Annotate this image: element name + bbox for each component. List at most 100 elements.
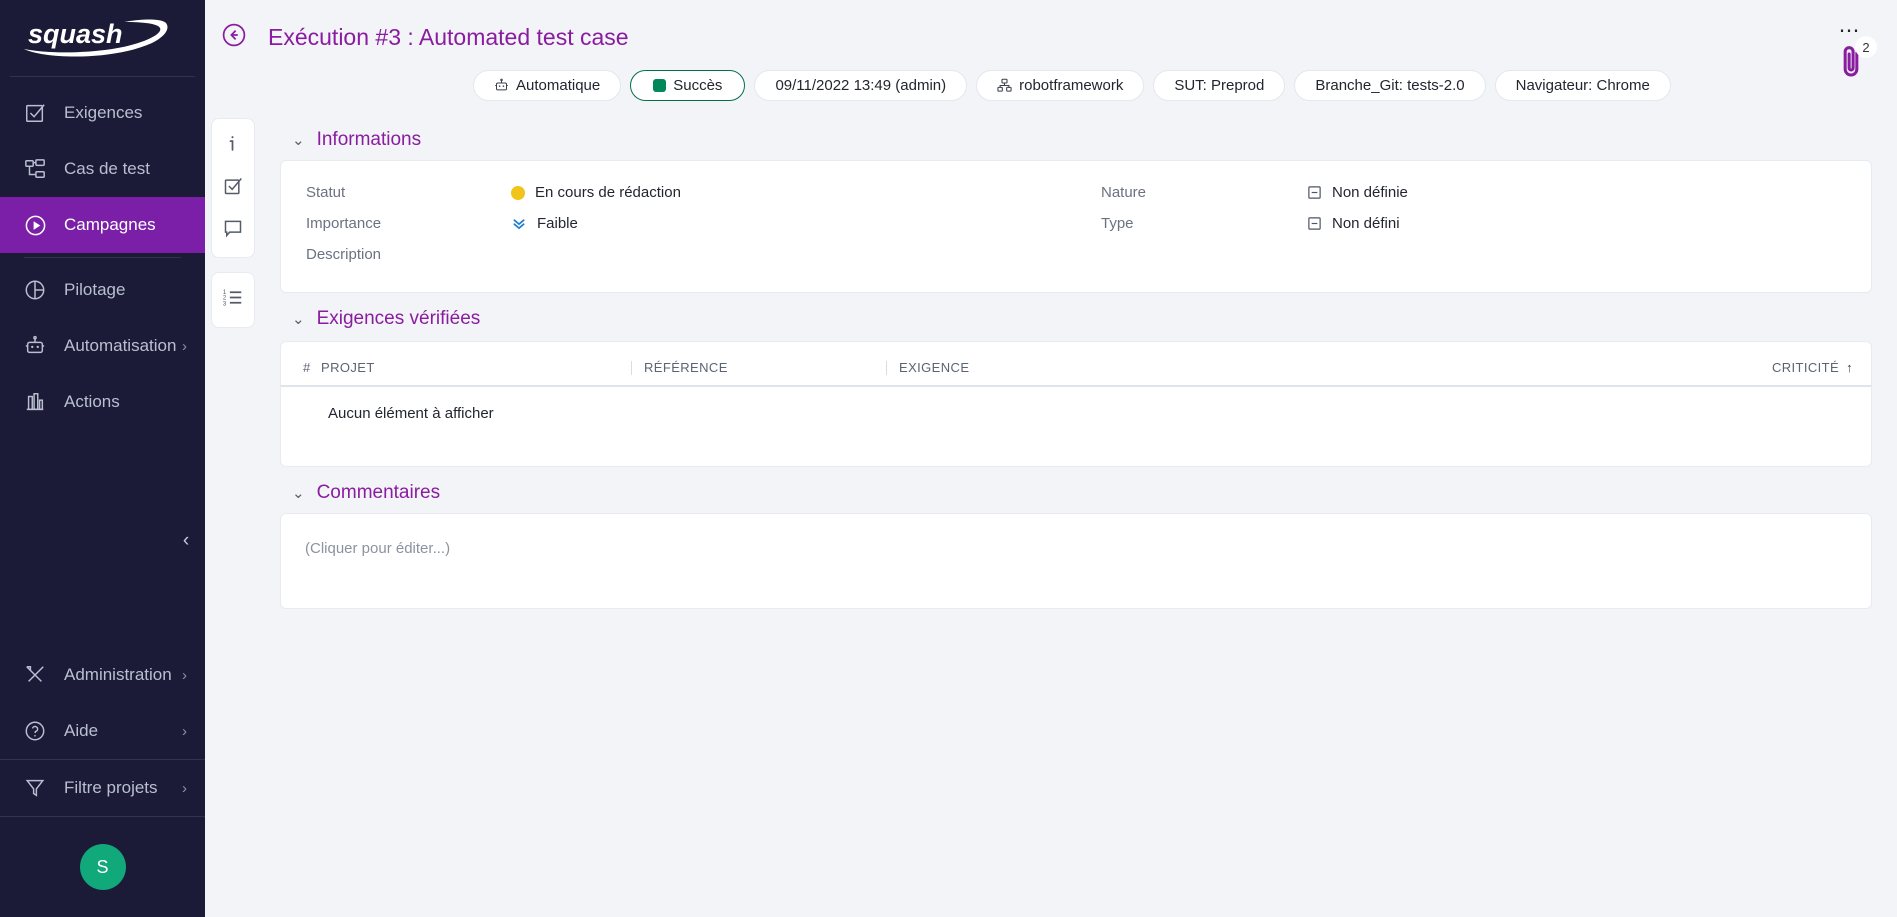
arrow-left-circle-icon — [221, 22, 247, 53]
field-label: Type — [1101, 215, 1134, 232]
field-value-wrapper[interactable]: Faible — [511, 215, 578, 232]
field-value: Non défini — [1332, 215, 1400, 232]
minus-square-icon — [1306, 185, 1322, 201]
sidebar-item-automatisation[interactable]: Automatisation › — [0, 318, 205, 374]
chip-sut[interactable]: SUT: Preprod — [1153, 69, 1286, 101]
rail-group-primary — [210, 118, 255, 258]
body-row: 123 ⌄ Informations Statut En cours de ré… — [205, 106, 1897, 917]
column-header-criticite[interactable]: CRITICITÉ ↑ — [1336, 342, 1871, 386]
checkbox-icon — [223, 176, 243, 201]
exigences-table: # PROJET RÉFÉRENCE EXIGENCE CRITICITÉ ↑ A… — [281, 342, 1871, 466]
chip-label: Automatique — [516, 76, 601, 94]
sidebar-collapse-button[interactable]: ‹ — [175, 530, 197, 552]
svg-text:squash: squash — [28, 19, 123, 49]
chip-statut-execution[interactable]: Succès — [630, 69, 746, 101]
sidebar-item-label: Actions — [64, 392, 120, 411]
comments-tab-button[interactable] — [213, 209, 253, 251]
sidebar-item-label: Pilotage — [64, 280, 126, 299]
sidebar-item-pilotage[interactable]: Pilotage — [0, 262, 205, 318]
checkbox-icon — [22, 100, 48, 126]
sidebar-item-label: Campagnes — [64, 215, 156, 234]
informations-left-column: Statut En cours de rédaction Importance — [281, 177, 1076, 270]
squash-logo[interactable]: squash — [0, 0, 205, 76]
sidebar-item-aide[interactable]: Aide › — [0, 703, 205, 759]
field-type: Type Non défini — [1101, 208, 1871, 239]
svg-text:3: 3 — [223, 300, 227, 307]
chevron-right-icon: › — [182, 666, 187, 684]
page-title: Exécution #3 : Automated test case — [268, 23, 629, 50]
robot-icon — [22, 333, 48, 359]
execution-chips: Automatique Succès 09/11/2022 13:49 (adm… — [205, 64, 1897, 106]
field-value-wrapper[interactable]: Non définie — [1306, 184, 1408, 201]
chip-robotframework[interactable]: robotframework — [976, 69, 1145, 101]
field-value: Faible — [537, 215, 578, 232]
section-header-informations: ⌄ Informations — [280, 120, 1872, 160]
column-header-projet[interactable]: PROJET — [321, 342, 631, 386]
help-icon — [22, 718, 48, 744]
chevron-left-icon: ‹ — [182, 530, 190, 551]
field-statut: Statut En cours de rédaction — [306, 177, 1076, 208]
chevron-right-icon: › — [182, 722, 187, 740]
sidebar-item-administration[interactable]: Administration › — [0, 647, 205, 703]
paperclip-icon — [1837, 46, 1865, 84]
attachment-count-badge: 2 — [1855, 36, 1877, 58]
column-header-exigence[interactable]: EXIGENCE — [886, 342, 1336, 386]
column-header-index[interactable]: # — [281, 342, 321, 386]
chevron-down-icon[interactable]: ⌄ — [292, 486, 305, 501]
avatar[interactable]: S — [79, 844, 126, 890]
column-header-label: CRITICITÉ — [1771, 360, 1840, 375]
table-body: Aucun élément à afficher — [281, 386, 1871, 466]
sidebar-item-actions[interactable]: Actions — [0, 374, 205, 430]
yellow-dot-icon — [511, 185, 525, 200]
field-label: Statut — [306, 184, 346, 201]
chevron-down-icon[interactable]: ⌄ — [292, 133, 305, 148]
information-tab-button[interactable] — [213, 125, 253, 167]
sidebar-item-exigences[interactable]: Exigences — [0, 85, 205, 141]
chip-automatique[interactable]: Automatique — [473, 69, 622, 101]
section-header-exigences: ⌄ Exigences vérifiées — [280, 299, 1872, 339]
sidebar-item-filtre-projets[interactable]: Filtre projets › — [0, 760, 205, 816]
chevron-down-icon[interactable]: ⌄ — [292, 312, 305, 327]
sidebar-item-cas-de-test[interactable]: Cas de test — [0, 141, 205, 197]
commentaires-card[interactable]: (Cliquer pour éditer...) — [280, 513, 1872, 609]
field-value: En cours de rédaction — [535, 184, 681, 201]
title-row: Exécution #3 : Automated test case — [205, 10, 1897, 64]
robot-icon — [494, 78, 509, 93]
sidebar: squash Exigences Cas de test Campagnes P… — [0, 0, 205, 917]
comment-placeholder[interactable]: (Cliquer pour éditer...) — [305, 540, 1871, 557]
back-button[interactable] — [217, 20, 251, 54]
chevron-right-icon: › — [182, 779, 187, 797]
bar-chart-icon — [22, 389, 48, 415]
sidebar-item-label: Filtre projets — [64, 778, 158, 797]
icon-rail: 123 — [205, 106, 260, 917]
main-area: Exécution #3 : Automated test case Autom… — [205, 0, 1897, 917]
double-chevron-down-icon — [511, 216, 527, 232]
field-description: Description — [306, 239, 1076, 270]
field-value: Non définie — [1332, 184, 1408, 201]
sidebar-bottom: Administration › Aide › Filtre projets › — [0, 647, 205, 917]
sidebar-divider-middle — [24, 257, 181, 258]
steps-tab-button[interactable]: 123 — [213, 279, 253, 321]
chip-date-execution[interactable]: 09/11/2022 13:49 (admin) — [754, 69, 968, 101]
chevron-right-icon: › — [182, 337, 187, 355]
table-empty-row: Aucun élément à afficher — [281, 386, 1871, 466]
chip-navigateur[interactable]: Navigateur: Chrome — [1494, 69, 1671, 101]
sidebar-item-label: Aide — [64, 721, 99, 740]
attachments-button[interactable]: 2 — [1837, 36, 1877, 85]
test-case-tab-button[interactable] — [213, 167, 253, 209]
section-title: Commentaires — [316, 482, 441, 503]
sidebar-item-campagnes[interactable]: Campagnes — [0, 197, 205, 253]
field-importance: Importance Faible — [306, 208, 1076, 239]
field-value-wrapper[interactable]: Non défini — [1306, 215, 1400, 232]
chip-label: Navigateur: Chrome — [1515, 76, 1650, 94]
sidebar-item-label: Cas de test — [64, 159, 150, 178]
column-header-reference[interactable]: RÉFÉRENCE — [631, 342, 886, 386]
chip-branche-git[interactable]: Branche_Git: tests-2.0 — [1294, 69, 1486, 101]
tools-icon — [22, 662, 48, 688]
pie-chart-icon — [22, 277, 48, 303]
section-header-commentaires: ⌄ Commentaires — [280, 473, 1872, 513]
sidebar-item-label: Automatisation — [64, 336, 177, 355]
field-value-wrapper[interactable]: En cours de rédaction — [511, 184, 681, 201]
rail-group-secondary: 123 — [210, 272, 255, 328]
informations-right-column: Nature Non définie Type Non défini — [1076, 177, 1871, 270]
